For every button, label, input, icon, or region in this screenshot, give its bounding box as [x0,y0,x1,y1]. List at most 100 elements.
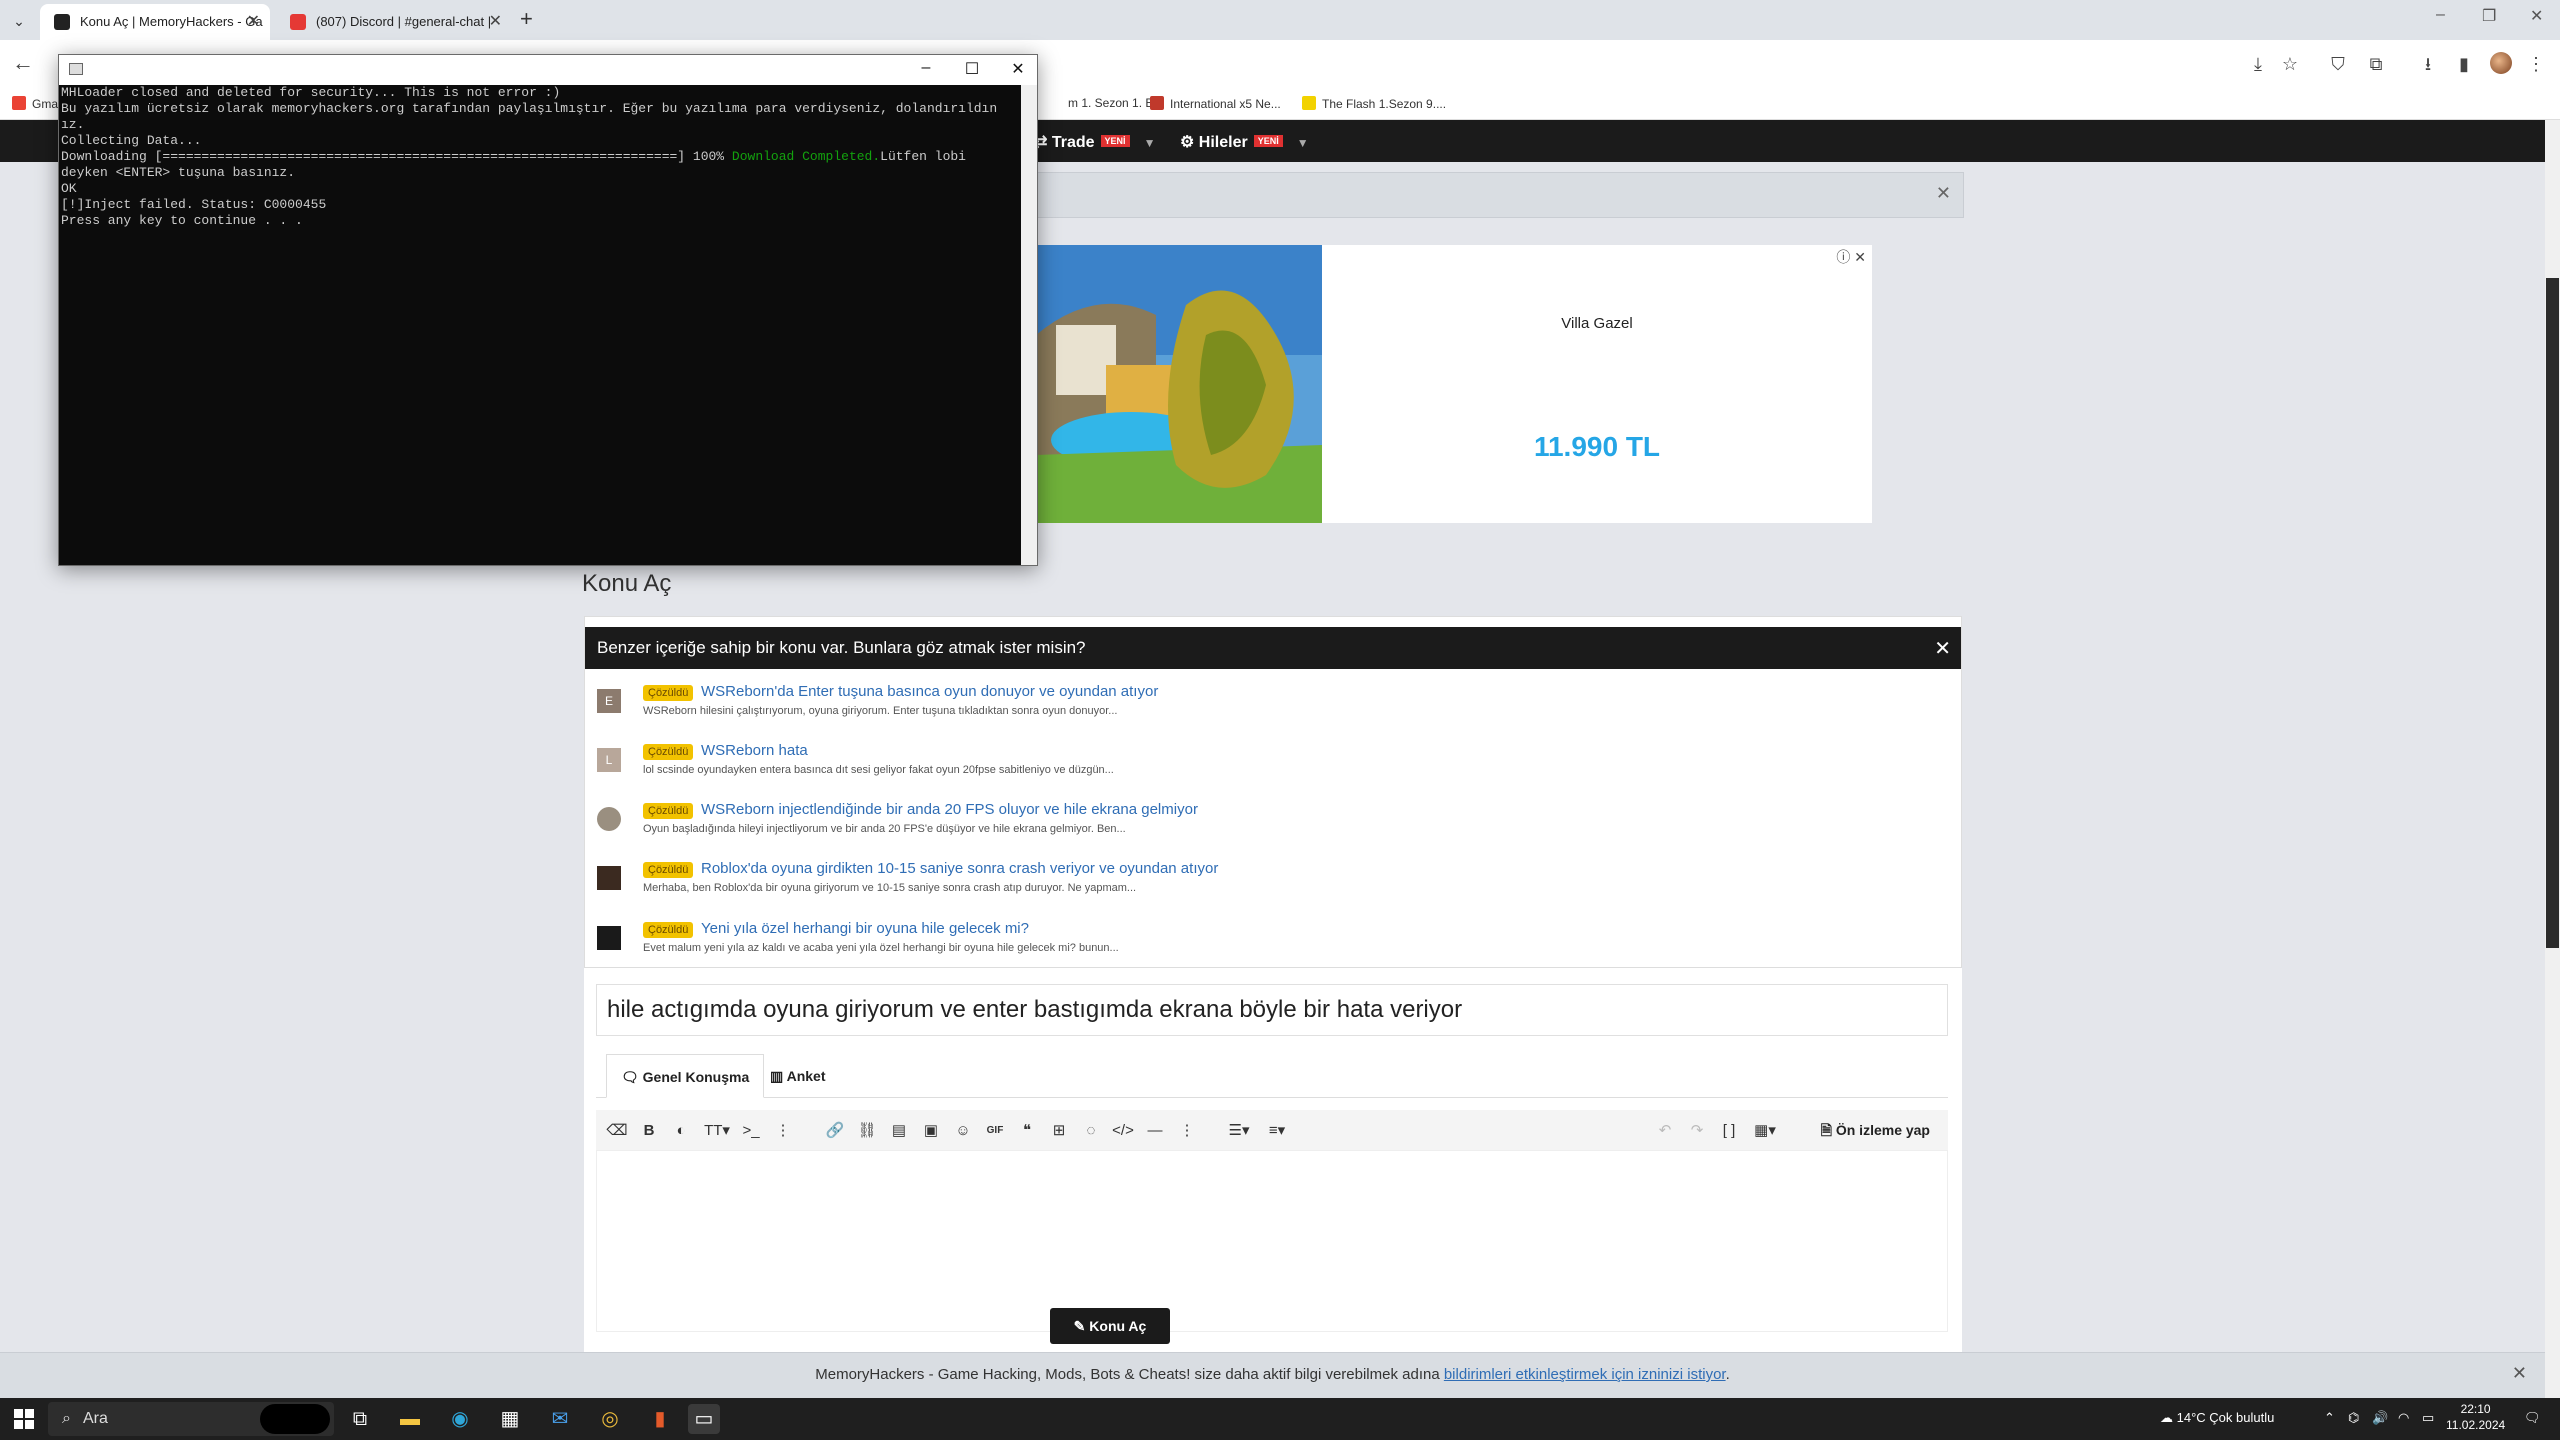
file-explorer-icon[interactable]: ▬ [394,1404,426,1434]
bookmark-item[interactable]: International x5 Ne... [1150,96,1281,111]
windows-start-icon[interactable] [14,1409,34,1429]
tab-memoryhackers[interactable]: Konu Aç | MemoryHackers - Ga ✕ [40,4,270,40]
list-item[interactable]: E Çözüldü WSReborn'da Enter tuşuna basın… [597,683,1937,739]
more-options-icon[interactable]: ⋮ [1176,1120,1198,1142]
install-app-icon[interactable]: ⤓ [2246,52,2270,76]
network-icon[interactable]: ⌬ [2348,1410,2359,1426]
solved-badge: Çözüldü [643,803,694,819]
close-icon[interactable]: ✕ [1934,636,1951,661]
back-arrow-icon[interactable]: ← [12,50,34,76]
minimize-icon[interactable]: – [911,59,941,77]
inline-code-icon[interactable]: >_ [740,1120,762,1142]
palette-icon[interactable]: ◐ [670,1120,692,1142]
code-icon[interactable]: </> [1112,1120,1134,1142]
maximize-icon[interactable]: ☐ [957,59,987,79]
extensions-puzzle-icon[interactable]: ⧉ [2364,52,2388,76]
thread-link[interactable]: Yeni yıla özel herhangi bir oyuna hile g… [701,920,1029,937]
thread-link[interactable]: WSReborn'da Enter tuşuna basınca oyun do… [701,683,1158,700]
browser-close-icon[interactable]: ✕ [2530,6,2543,26]
battery-icon[interactable]: ▭ [2422,1410,2434,1426]
create-thread-button[interactable]: ✎ Konu Aç [1050,1308,1170,1344]
thread-link[interactable]: WSReborn injectlendiğinde bir anda 20 FP… [701,801,1198,818]
unlink-icon[interactable]: ⛓ [856,1120,878,1142]
toggle-bbcode-icon[interactable]: [ ] [1718,1120,1740,1142]
side-panel-icon[interactable]: ▮ [2452,52,2476,76]
thread-link[interactable]: WSReborn hata [701,742,808,759]
show-hidden-icons-icon[interactable]: ⌃ [2324,1410,2335,1426]
scrollbar-thumb[interactable] [2546,278,2559,948]
profile-avatar[interactable] [2490,52,2512,74]
browser-minimize-icon[interactable]: – [2436,6,2445,24]
office-icon[interactable]: ▮ [644,1404,676,1434]
notification-icon[interactable]: 🗨 [2524,1410,2541,1426]
bookmark-gmail[interactable]: Gmai [12,96,61,111]
speaker-icon[interactable]: 🔊 [2372,1410,2388,1426]
terminal-icon[interactable]: ▭ [688,1404,720,1434]
nav-trade[interactable]: ⇄ Trade YENİ ▼ [1034,132,1155,152]
close-tab-icon[interactable]: ✕ [247,4,260,40]
bookmark-item[interactable]: The Flash 1.Sezon 9.... [1302,96,1446,111]
bookmark-star-icon[interactable]: ☆ [2278,52,2302,76]
solved-badge: Çözüldü [643,744,694,760]
close-icon[interactable]: ✕ [1003,59,1033,79]
weather-widget[interactable]: ☁ 14°C Çok bulutlu [2160,1410,2274,1426]
list-item[interactable]: Çözüldü Roblox'da oyuna girdikten 10-15 … [597,860,1937,916]
image-icon[interactable]: ▣ [920,1120,942,1142]
table-icon[interactable]: ⊞ [1048,1120,1070,1142]
tab-discord[interactable]: (807) Discord | #general-chat | ✕ [276,4,512,40]
undo-icon[interactable]: ↶ [1654,1120,1676,1142]
cloud-icon: ☁ [2160,1410,2177,1425]
ad-close-icon[interactable]: ✕ [1854,249,1866,265]
new-badge: YENİ [1253,135,1283,147]
download-icon[interactable]: ⭳ [2416,52,2440,76]
thread-link[interactable]: Roblox'da oyuna girdikten 10-15 saniye s… [701,860,1218,877]
tab-search-chevron-icon[interactable]: ⌄ [8,10,30,32]
emoji-icon[interactable]: ☺ [952,1120,974,1142]
tab-poll[interactable]: ▥ Anket [756,1054,840,1098]
close-icon[interactable]: ✕ [1936,183,1951,204]
gif-icon[interactable]: GIF [984,1120,1006,1142]
list-icon[interactable]: ☰▾ [1224,1120,1254,1142]
link-icon[interactable]: 🔗 [824,1120,846,1142]
task-view-icon[interactable]: ⧉ [344,1404,376,1434]
preview-button[interactable]: 🗎 Ön izleme yap [1821,1120,1930,1144]
console-titlebar[interactable]: – ☐ ✕ [59,55,1037,85]
edge-icon[interactable]: ◉ [444,1404,476,1434]
console-scrollbar[interactable] [1021,85,1037,565]
ad-info-icon[interactable]: ⓘ [1836,249,1850,265]
new-tab-plus-icon[interactable]: + [520,6,533,32]
console-window[interactable]: – ☐ ✕ MHLoader closed and deleted for se… [58,54,1038,566]
shield-extension-icon[interactable]: ⛉ [2326,52,2350,76]
tab-discussion[interactable]: 🗨 Genel Konuşma [606,1054,765,1098]
store-icon[interactable]: ▦ [494,1404,526,1434]
taskbar-clock[interactable]: 22:10 11.02.2024 [2446,1401,2505,1433]
copilot-icon[interactable] [260,1404,330,1434]
drafts-icon[interactable]: ▦▾ [1750,1120,1780,1142]
wifi-icon[interactable]: ◠ [2398,1410,2409,1426]
enable-notifications-link[interactable]: bildirimleri etkinleştirmek için izniniz… [1444,1366,1726,1383]
more-options-icon[interactable]: ⋮ [772,1120,794,1142]
thread-title-input[interactable] [596,984,1948,1036]
spoiler-icon[interactable]: ◌ [1080,1120,1102,1142]
ad-controls: ⓘ ✕ [1836,247,1866,267]
media-icon[interactable]: ▤ [888,1120,910,1142]
quote-icon[interactable]: ❝ [1016,1120,1038,1142]
close-icon[interactable]: ✕ [2512,1363,2527,1384]
text-size-icon[interactable]: TT▾ [702,1120,732,1142]
align-icon[interactable]: ≡▾ [1262,1120,1292,1142]
close-tab-icon[interactable]: ✕ [489,4,502,40]
mail-icon[interactable]: ✉ [544,1404,576,1434]
chrome-icon[interactable]: ◎ [594,1404,626,1434]
list-item[interactable]: L Çözüldü WSReborn hata lol scsinde oyun… [597,742,1937,798]
advertisement[interactable]: Villa Gazel 11.990 TL ⓘ ✕ [1036,245,1872,523]
eraser-icon[interactable]: ⌫ [606,1120,628,1142]
list-item[interactable]: Çözüldü WSReborn injectlendiğinde bir an… [597,801,1937,857]
bold-icon[interactable]: B [638,1120,660,1142]
editor-toolbar: ⌫ B ◐ TT▾ >_ ⋮ 🔗 ⛓ ▤ ▣ ☺ GIF ❝ ⊞ ◌ </> —… [596,1110,1948,1150]
nav-hileler[interactable]: ⚙ Hileler YENİ ▼ [1180,132,1309,152]
browser-menu-icon[interactable]: ⋮ [2524,52,2548,76]
message-editor[interactable] [596,1150,1948,1332]
redo-icon[interactable]: ↷ [1686,1120,1708,1142]
horizontal-line-icon[interactable]: — [1144,1120,1166,1142]
browser-restore-icon[interactable]: ❐ [2482,6,2496,26]
